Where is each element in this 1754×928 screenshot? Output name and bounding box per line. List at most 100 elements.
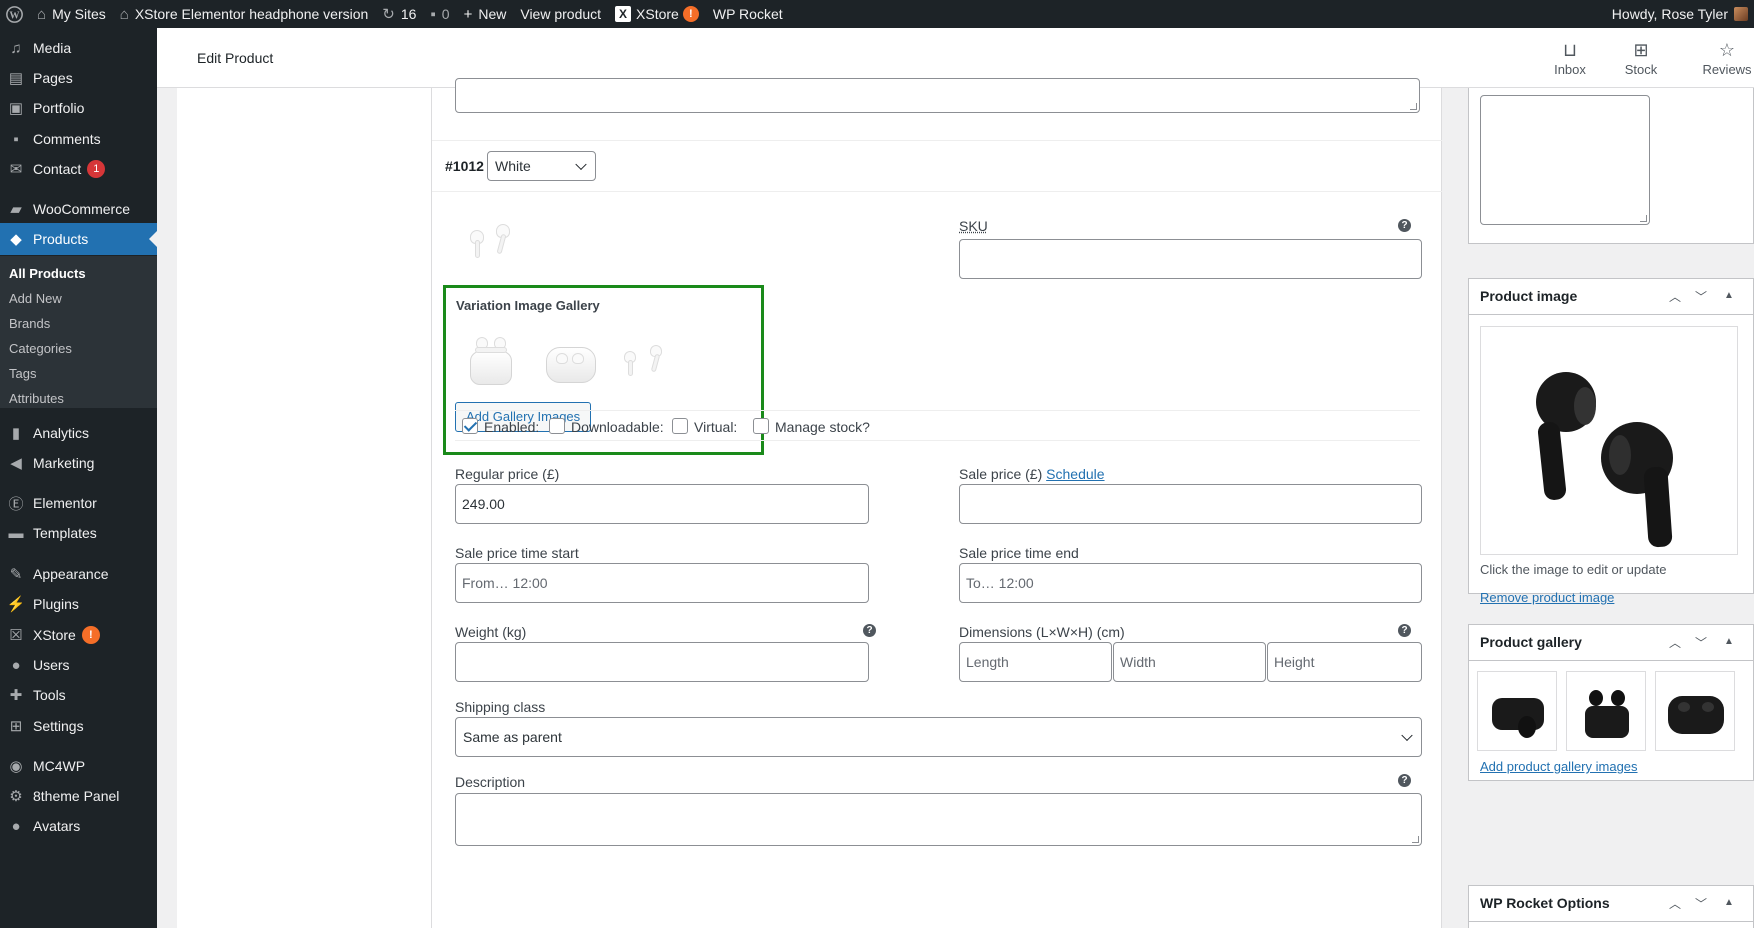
toggle-icon[interactable]: ▲ (1724, 897, 1734, 908)
sale-price-input[interactable] (959, 484, 1422, 524)
variation-attribute-select[interactable]: White (487, 151, 596, 181)
help-icon[interactable]: ? (863, 624, 876, 637)
toggle-icon[interactable]: ▲ (1724, 636, 1734, 647)
add-product-gallery-images-link[interactable]: Add product gallery images (1480, 759, 1638, 774)
previous-description-textarea[interactable] (455, 78, 1420, 113)
site-name-menu[interactable]: ⌂ XStore Elementor headphone version (113, 0, 376, 28)
wp-rocket-menu[interactable]: WP Rocket (706, 0, 790, 28)
menu-label: Marketing (33, 455, 95, 471)
schedule-link[interactable]: Schedule (1046, 466, 1104, 482)
move-down-icon[interactable]: ﹀ (1695, 634, 1707, 651)
menu-avatars[interactable]: ● Avatars (0, 810, 157, 842)
menu-appearance[interactable]: ✎ Appearance (0, 558, 157, 590)
help-icon[interactable]: ? (1398, 219, 1411, 232)
chevron-down-icon (575, 158, 587, 171)
downloadable-checkbox[interactable] (549, 418, 565, 434)
comments-menu[interactable]: ▪ 0 (423, 0, 456, 28)
gallery-thumbnail[interactable] (616, 333, 671, 388)
my-sites-menu[interactable]: ⌂ My Sites (30, 0, 113, 28)
menu-tools[interactable]: ✚ Tools (0, 679, 157, 711)
menu-8theme-panel[interactable]: ⚙ 8theme Panel (0, 780, 157, 812)
variation-image[interactable] (462, 218, 522, 268)
inbox-button[interactable]: ⊔ Inbox (1540, 40, 1600, 77)
gallery-thumbnail[interactable] (466, 333, 516, 388)
view-product-link[interactable]: View product (513, 0, 608, 28)
menu-label: Portfolio (33, 100, 85, 116)
postbox-header: Product image ︿ ﹀ ▲ (1469, 279, 1753, 315)
move-up-icon[interactable]: ︿ (1669, 288, 1681, 305)
products-icon: ◆ (10, 231, 22, 248)
menu-products[interactable]: ◆ Products (0, 223, 157, 255)
menu-analytics[interactable]: ▮ Analytics (0, 417, 157, 449)
submenu-attributes[interactable]: Attributes (9, 391, 64, 406)
wordpress-logo[interactable]: W (0, 0, 30, 28)
excerpt-textarea[interactable] (1480, 95, 1650, 225)
move-up-icon[interactable]: ︿ (1669, 634, 1681, 651)
menu-label: Elementor (33, 495, 97, 511)
help-icon[interactable]: ? (1398, 624, 1411, 637)
description-textarea[interactable] (455, 793, 1422, 846)
comments-icon: ▪ (13, 130, 19, 148)
product-image-thumbnail[interactable] (1480, 326, 1738, 555)
comments-count: 0 (441, 6, 450, 22)
contact-badge: 1 (87, 160, 106, 178)
gallery-thumbnail[interactable] (544, 333, 598, 388)
sale-end-input[interactable]: To… 12:00 (959, 563, 1422, 603)
submenu-tags[interactable]: Tags (9, 366, 36, 381)
submenu-add-new[interactable]: Add New (9, 291, 62, 306)
remove-product-image-link[interactable]: Remove product image (1480, 590, 1614, 605)
gallery-thumbnail[interactable] (1655, 671, 1735, 751)
variation-id: #1012 (445, 158, 484, 174)
sale-start-input[interactable]: From… 12:00 (455, 563, 869, 603)
sku-input[interactable] (959, 239, 1422, 279)
menu-marketing[interactable]: ◀ Marketing (0, 447, 157, 479)
move-down-icon[interactable]: ﹀ (1695, 895, 1707, 912)
menu-mc4wp[interactable]: ◉ MC4WP (0, 750, 157, 782)
length-input[interactable]: Length (959, 642, 1112, 682)
right-sidebar: Product image ︿ ﹀ ▲ Click the image to e… (1442, 88, 1754, 928)
enabled-checkbox[interactable] (462, 418, 478, 434)
height-input[interactable]: Height (1267, 642, 1422, 682)
help-icon[interactable]: ? (1398, 774, 1411, 787)
new-content-menu[interactable]: + New (457, 0, 514, 28)
gallery-thumbnail[interactable] (1566, 671, 1646, 751)
xstore-menu[interactable]: X XStore ! (608, 0, 706, 28)
menu-templates[interactable]: ▬ Templates (0, 517, 157, 549)
stock-button[interactable]: ⊞ Stock (1611, 40, 1671, 77)
xstore-icon: X (615, 6, 632, 22)
submenu-all-products[interactable]: All Products (9, 266, 86, 281)
menu-contact[interactable]: ✉ Contact 1 (0, 153, 157, 185)
menu-plugins[interactable]: ⚡ Plugins (0, 588, 157, 620)
weight-input[interactable] (455, 642, 869, 682)
updates-count: 16 (400, 6, 417, 22)
menu-woocommerce[interactable]: ▰ WooCommerce (0, 193, 157, 225)
menu-settings[interactable]: ⊞ Settings (0, 710, 157, 742)
menu-users[interactable]: ● Users (0, 649, 157, 681)
updates-menu[interactable]: ↻ 16 (375, 0, 423, 28)
sale-price-label: Sale price (£) Schedule (959, 466, 1105, 482)
manage-stock-checkbox[interactable] (753, 418, 769, 434)
menu-comments[interactable]: ▪ Comments (0, 123, 157, 155)
gallery-thumbnail[interactable] (1477, 671, 1557, 751)
submenu-categories[interactable]: Categories (9, 341, 72, 356)
shipping-class-select[interactable]: Same as parent (455, 717, 1422, 757)
menu-portfolio[interactable]: ▣ Portfolio (0, 92, 157, 124)
menu-elementor[interactable]: Ⓔ Elementor (0, 487, 157, 519)
admin-sidebar: ♫ Media ▤ Pages ▣ Portfolio ▪ Comments ✉ Cont… (0, 28, 157, 928)
toggle-icon[interactable]: ▲ (1724, 290, 1734, 301)
menu-xstore[interactable]: ☒ XStore! (0, 619, 157, 651)
menu-label: MC4WP (33, 758, 86, 774)
submenu-brands[interactable]: Brands (9, 316, 50, 331)
reviews-button[interactable]: ☆ Reviews (1697, 40, 1754, 77)
width-input[interactable]: Width (1113, 642, 1266, 682)
menu-pages[interactable]: ▤ Pages (0, 62, 157, 94)
attribute-value: White (495, 158, 531, 174)
move-up-icon[interactable]: ︿ (1669, 895, 1681, 912)
virtual-checkbox[interactable] (672, 418, 688, 434)
avatar (1734, 7, 1748, 21)
menu-media[interactable]: ♫ Media (0, 32, 157, 64)
postbox-title: WP Rocket Options (1480, 895, 1610, 911)
regular-price-input[interactable]: 249.00 (455, 484, 869, 524)
account-menu[interactable]: Howdy, Rose Tyler (1612, 0, 1754, 28)
move-down-icon[interactable]: ﹀ (1695, 288, 1707, 305)
